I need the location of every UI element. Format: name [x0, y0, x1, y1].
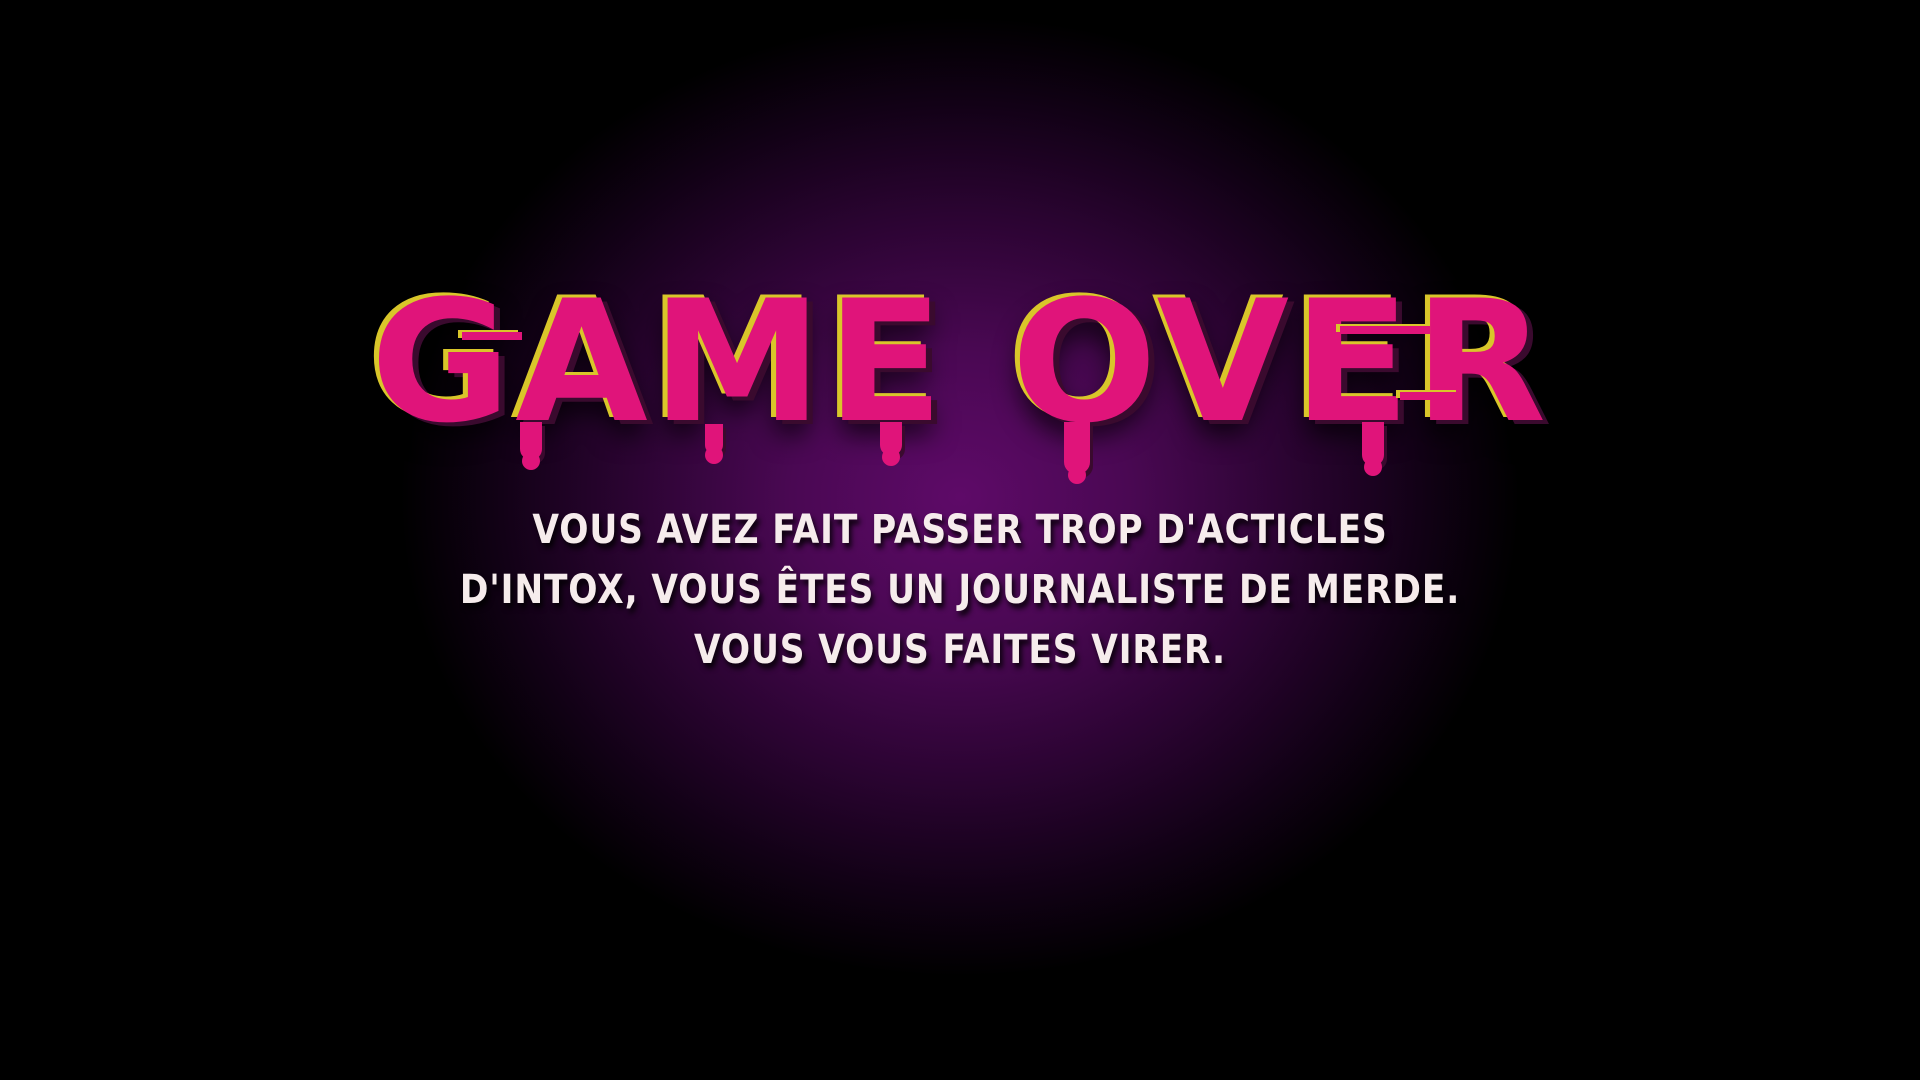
game-over-title: GAME OVER — [370, 264, 1550, 460]
game-over-message: VOUS AVEZ FAIT PASSER TROP D'ACTICLES D'… — [134, 500, 1785, 680]
game-over-title-block: GAME OVER — [0, 262, 1920, 484]
game-over-screen: GAME OVER VOUS AVEZ FAIT PASSER TROP D'A… — [0, 0, 1920, 1080]
message-line: VOUS VOUS FAITES VIRER. — [694, 627, 1226, 673]
message-line: VOUS AVEZ FAIT PASSER TROP D'ACTICLES — [532, 507, 1388, 553]
message-line: D'INTOX, VOUS ÊTES UN JOURNALISTE DE MER… — [459, 567, 1461, 613]
